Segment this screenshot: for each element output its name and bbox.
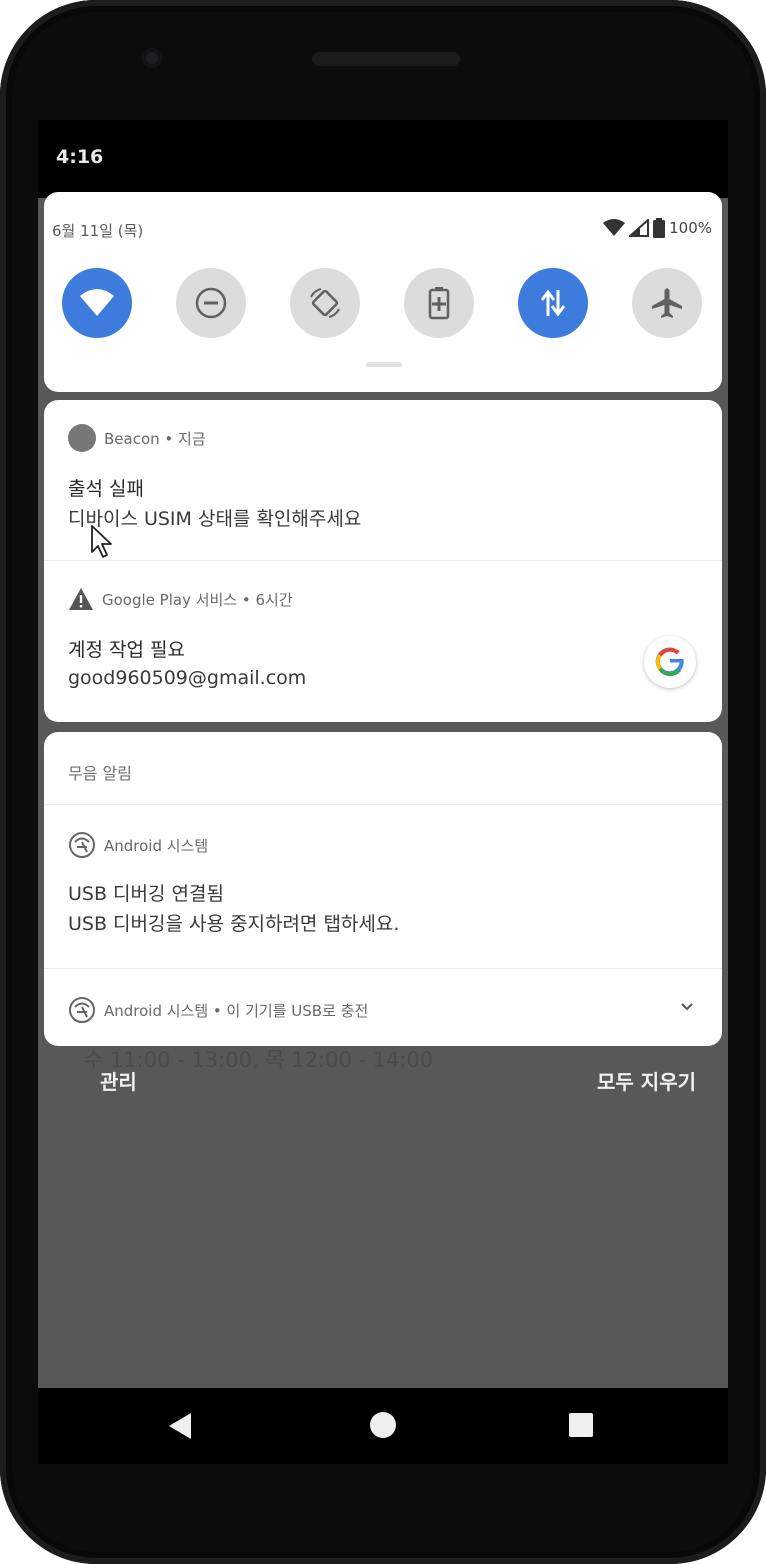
back-icon[interactable] [169,1413,191,1439]
battery-percent: 100% [669,219,712,237]
auto-rotate-tile[interactable] [290,268,360,338]
usb-charge-header: Android 시스템 • 이 기기를 USB로 충전 [68,996,368,1024]
screen: 4:16 6월 11일 (목) 100% Beacon • 지금 출석 실패 디… [38,120,728,1388]
google-play-app-label: Google Play 서비스 • 6시간 [102,590,293,609]
usb-charge-label: Android 시스템 • 이 기기를 USB로 충전 [104,1001,369,1020]
wifi-icon [80,289,114,316]
silent-notifications: 무음 알림 Android 시스템 USB 디버깅 연결됨 USB 디버깅을 사… [44,732,722,1046]
clear-all-button[interactable]: 모두 지우기 [597,1066,696,1095]
beacon-notification[interactable]: Beacon • 지금 출석 실패 디바이스 USIM 상태를 확인해주세요 [44,400,722,560]
airplane-mode-tile[interactable] [632,268,702,338]
battery-icon [653,218,666,238]
earpiece-speaker [312,52,460,66]
qs-tiles [62,268,704,338]
phone-frame: 4:16 6월 11일 (목) 100% Beacon • 지금 출석 실패 디… [0,0,766,1564]
do-not-disturb-icon [195,287,227,319]
usb-charge-notification[interactable]: Android 시스템 • 이 기기를 USB로 충전 [44,976,722,1046]
beacon-app-icon [68,424,96,452]
do-not-disturb-tile[interactable] [176,268,246,338]
alerting-notifications: Beacon • 지금 출석 실패 디바이스 USIM 상태를 확인해주세요 G… [44,400,722,722]
beacon-header: Beacon • 지금 [68,424,206,452]
android-system-icon [69,832,95,858]
chevron-down-icon[interactable] [680,1002,694,1012]
status-bar: 4:16 [38,120,728,198]
usb-debug-text: USB 디버깅을 사용 중지하려면 탭하세요. [68,913,400,935]
google-logo-icon [644,636,696,688]
drag-handle[interactable] [366,362,402,367]
rotate-icon [310,288,340,318]
manage-button[interactable]: 관리 [100,1066,137,1095]
usb-debug-notification[interactable]: Android 시스템 USB 디버깅 연결됨 USB 디버깅을 사용 중지하려… [44,805,722,967]
warning-icon [69,588,93,610]
divider [44,968,722,969]
airplane-icon [652,288,682,318]
navigation-bar [38,1388,728,1464]
quick-settings-panel: 6월 11일 (목) 100% [44,192,722,392]
android-system-icon [69,997,95,1023]
usb-debug-header: Android 시스템 [68,831,208,859]
google-play-title: 계정 작업 필요 [68,639,185,661]
battery-saver-icon [428,287,450,320]
qs-date: 6월 11일 (목) [52,222,144,240]
recent-apps-icon[interactable] [569,1413,593,1437]
front-camera [142,48,162,68]
mouse-cursor-icon [91,525,112,558]
home-icon[interactable] [370,1412,396,1438]
google-play-header: Google Play 서비스 • 6시간 [68,587,293,611]
mobile-data-tile[interactable] [518,268,588,338]
wifi-tile[interactable] [62,268,132,338]
beacon-app-label: Beacon • 지금 [104,429,206,448]
silent-section-header: 무음 알림 [68,764,132,783]
battery-saver-tile[interactable] [404,268,474,338]
cellular-signal-icon [629,219,650,237]
beacon-title: 출석 실패 [68,478,144,500]
wifi-signal-icon [603,219,626,236]
data-transfer-icon [540,289,566,317]
status-time: 4:16 [56,146,104,168]
usb-debug-title: USB 디버깅 연결됨 [68,883,224,905]
qs-status-icons: 100% [603,218,712,238]
google-play-notification[interactable]: Google Play 서비스 • 6시간 계정 작업 필요 good96050… [44,561,722,722]
usb-debug-app-label: Android 시스템 [104,836,209,855]
google-play-email: good960509@gmail.com [68,667,307,689]
